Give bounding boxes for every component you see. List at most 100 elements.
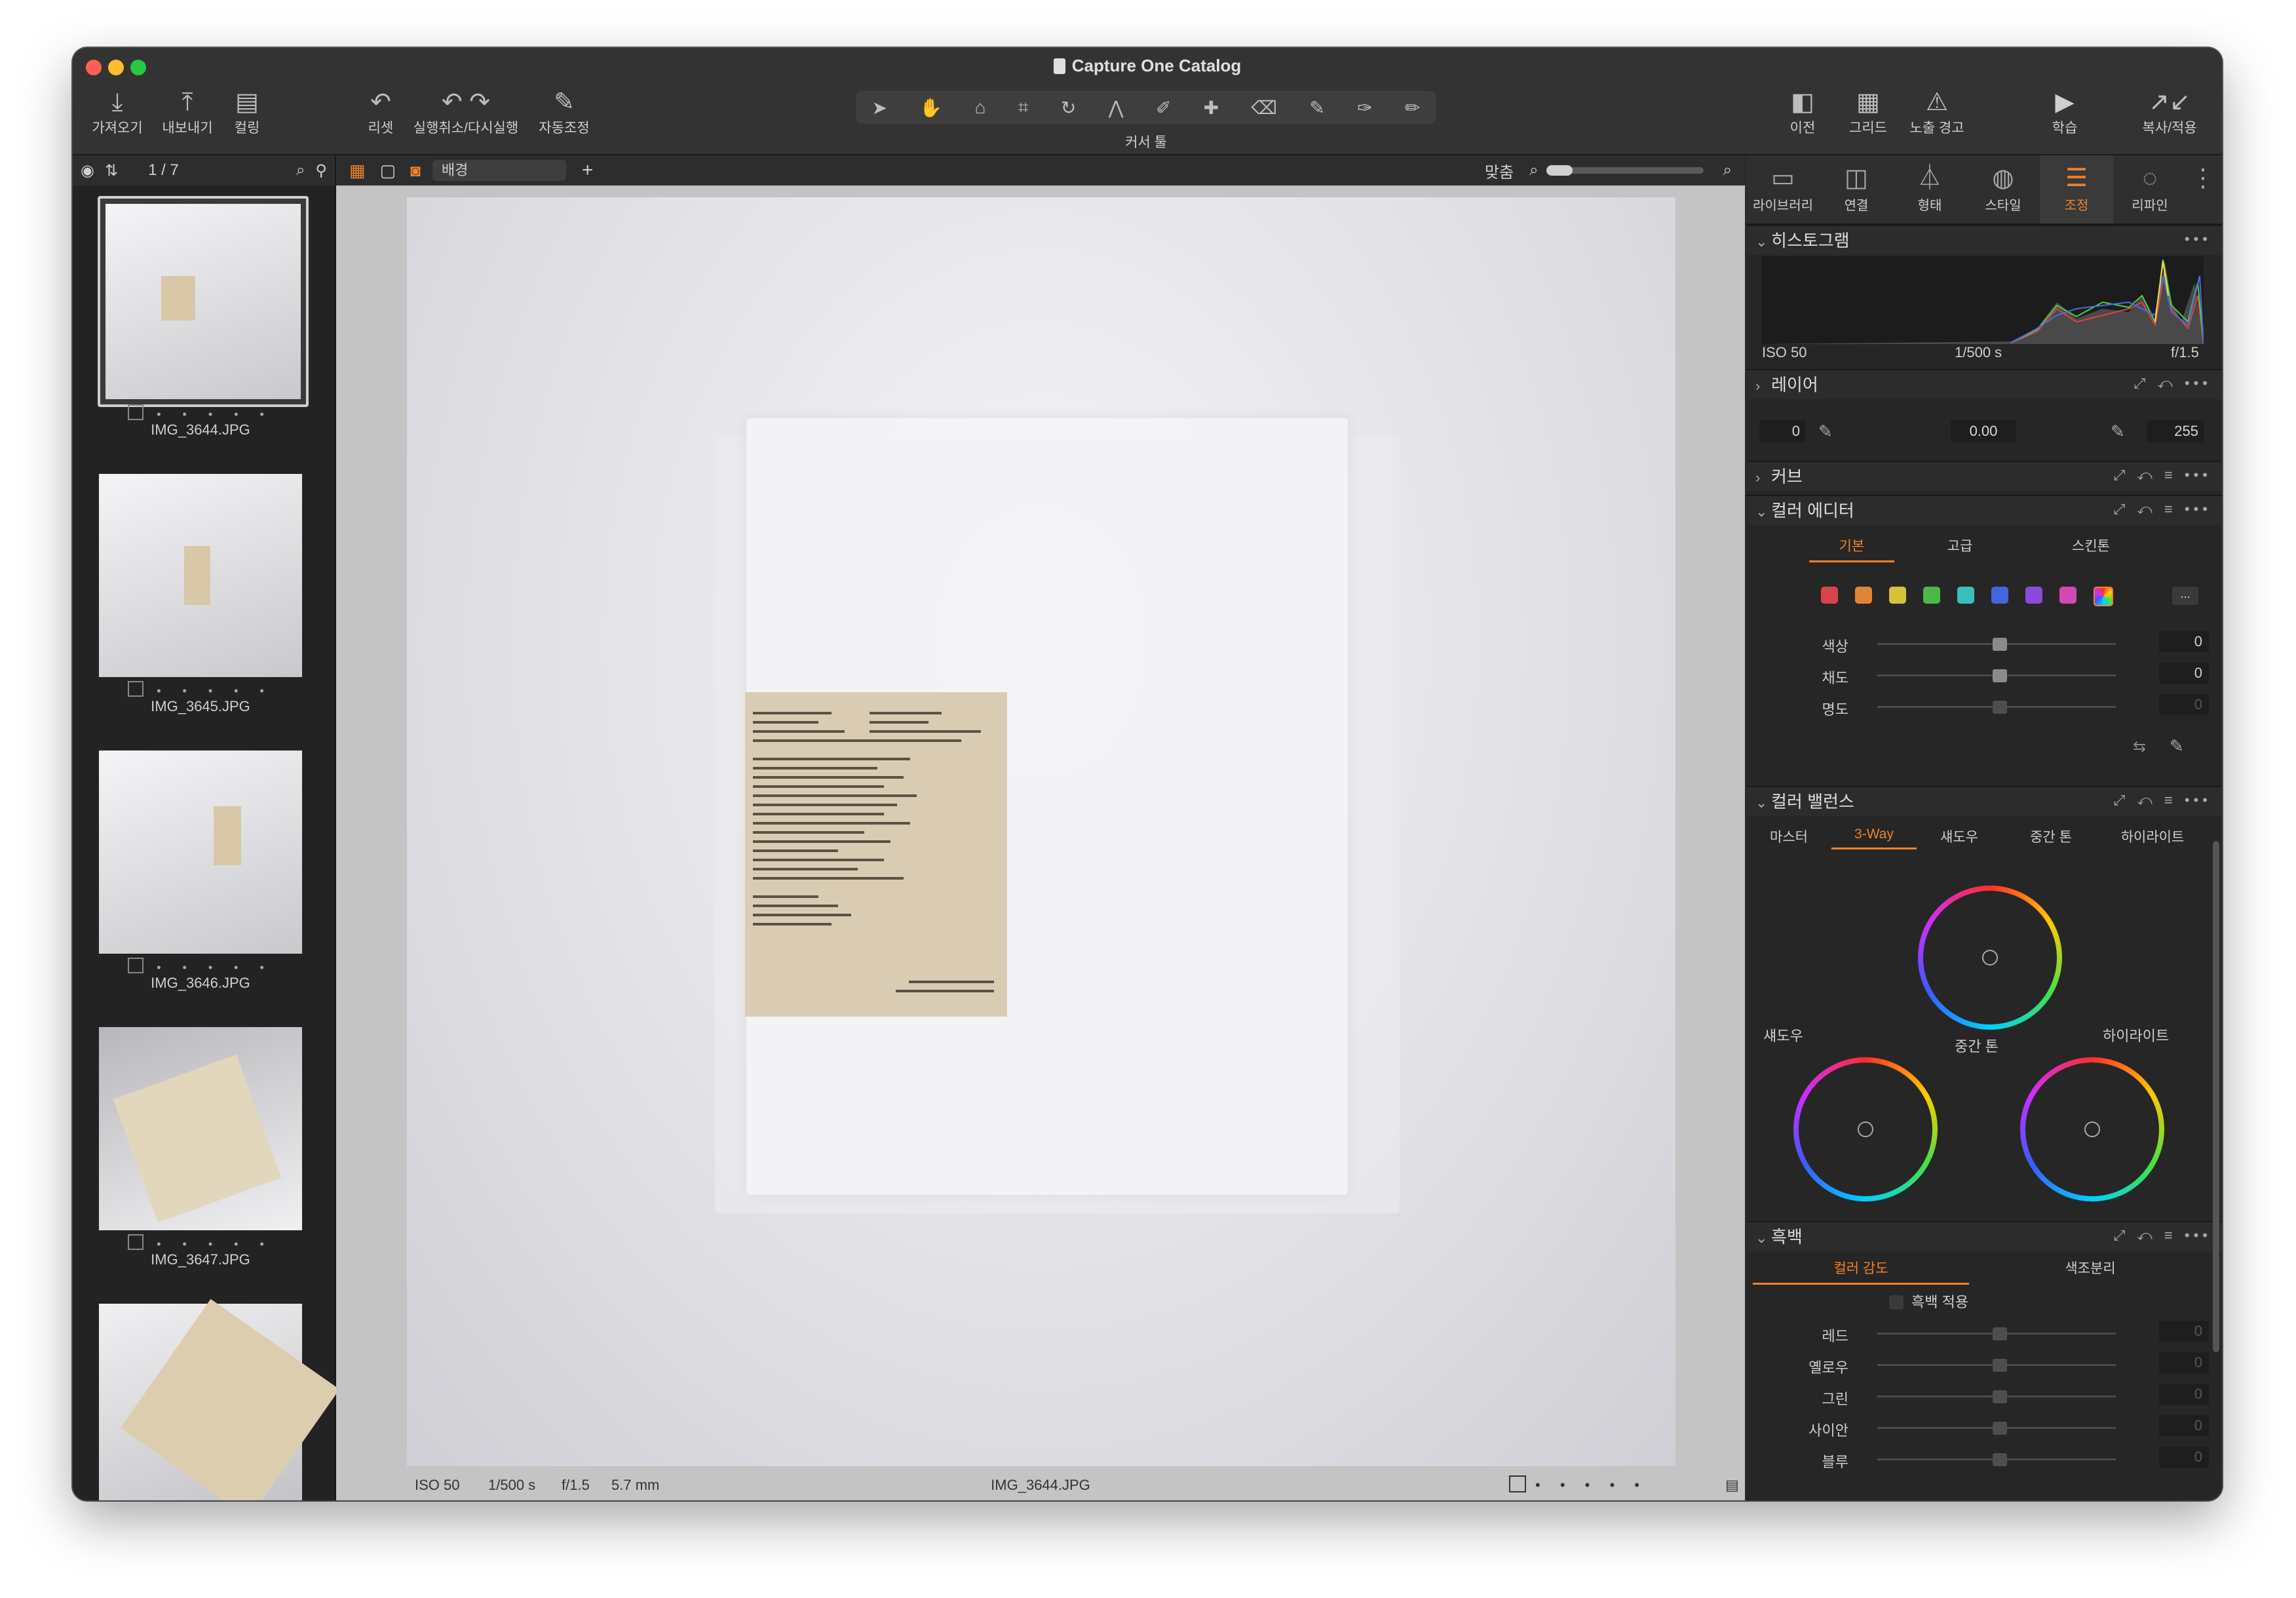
bw-header[interactable]: ⌄ 흑백 ⤢ ↶ ≡ ••• (1746, 1221, 2222, 1251)
select-checkbox[interactable] (128, 1234, 144, 1250)
thumbnail-4[interactable] (99, 1027, 302, 1230)
add-icon[interactable]: + (582, 159, 594, 182)
bw-green-value[interactable]: 0 (2159, 1384, 2209, 1405)
bw-cyan-row[interactable]: 사이안 0 (1746, 1415, 2222, 1441)
bw-yellow-track[interactable] (1877, 1359, 2116, 1372)
zoom-out-icon[interactable]: ⌕ (1529, 161, 1538, 180)
wheel-center-handle[interactable] (1858, 1121, 1873, 1137)
bw-red-value[interactable]: 0 (2159, 1321, 2209, 1342)
rating-dots[interactable]: • • • • • (157, 684, 273, 697)
wheel-center-handle[interactable] (1982, 950, 1998, 965)
more-swatches-button[interactable]: ... (2172, 587, 2198, 605)
more-tabs-icon[interactable]: ⋮ (2187, 155, 2219, 224)
rotate-icon[interactable]: ↻ (1061, 97, 1076, 119)
eyedropper-icon[interactable]: ✎ (2111, 421, 2125, 442)
picker-icon[interactable]: ✑ (1357, 97, 1372, 119)
tab-library[interactable]: ▭ 라이브러리 (1746, 155, 1820, 224)
tab-shadow[interactable]: 섀도우 (1917, 827, 2002, 849)
more-icon[interactable]: ••• (2185, 225, 2211, 254)
swatch-purple[interactable] (2025, 587, 2042, 604)
multi-view-icon[interactable]: ▦ (349, 161, 366, 181)
saturation-track[interactable] (1877, 669, 2116, 682)
footer-select-checkbox[interactable] (1509, 1475, 1526, 1492)
bw-red-row[interactable]: 레드 0 (1746, 1321, 2222, 1347)
rating-dots[interactable]: • • • • • (157, 961, 273, 974)
histogram-header[interactable]: ⌄ 히스토그램 ••• (1746, 225, 2222, 255)
select-checkbox[interactable] (128, 404, 144, 420)
hue-track[interactable] (1877, 638, 2116, 651)
bw-yellow-row[interactable]: 옐로우 0 (1746, 1352, 2222, 1378)
levels-mid-input[interactable]: 0.00 (1951, 420, 2016, 442)
bw-green-track[interactable] (1877, 1390, 2116, 1403)
color-editor-header[interactable]: ⌄ 컬러 에디터 ⤢ ↶ ≡ ••• (1746, 495, 2222, 525)
bw-actions-icon[interactable]: ⤢ ↶ ≡ ••• (2114, 1221, 2211, 1250)
zoom-slider-knob[interactable] (1546, 165, 1573, 176)
wheel-center-handle[interactable] (2084, 1121, 2100, 1137)
fit-label[interactable]: 맞춤 (1485, 159, 1514, 182)
bw-apply-row[interactable]: 흑백 적용 (1889, 1291, 1968, 1312)
swatch-red[interactable] (1821, 587, 1838, 604)
bw-red-track[interactable] (1877, 1327, 2116, 1340)
swap-icon[interactable]: ⇆ (2133, 737, 2146, 756)
swatch-orange[interactable] (1855, 587, 1872, 604)
export-button[interactable]: ⤒ 내보내기 (151, 87, 223, 137)
main-photo[interactable] (407, 197, 1675, 1466)
tab-highlight[interactable]: 하이라이트 (2100, 827, 2205, 849)
zoom-slider[interactable] (1546, 165, 1704, 176)
tab-master[interactable]: 마스터 (1746, 827, 1831, 849)
bw-blue-track[interactable] (1877, 1453, 2116, 1466)
bw-yellow-knob[interactable] (1993, 1359, 2007, 1372)
cull-button[interactable]: ▤ 컬링 (221, 87, 273, 137)
color-balance-header[interactable]: ⌄ 컬러 밸런스 ⤢ ↶ ≡ ••• (1746, 786, 2222, 816)
bw-yellow-value[interactable]: 0 (2159, 1352, 2209, 1373)
lightness-value[interactable]: 0 (2159, 694, 2209, 715)
tab-midtone[interactable]: 중간 톤 (2002, 827, 2100, 849)
tab-adjust[interactable]: ☰ 조정 (2040, 155, 2113, 224)
tab-shape[interactable]: ⏃ 형태 (1893, 155, 1966, 224)
tab-tether[interactable]: ◫ 연결 (1820, 155, 1893, 224)
hue-value[interactable]: 0 (2159, 631, 2209, 652)
crop-icon[interactable]: ⌗ (1018, 97, 1029, 119)
panel-scrollbar[interactable] (2213, 841, 2219, 1352)
proof-view-icon[interactable]: ◙ (410, 161, 421, 181)
midtone-color-wheel[interactable] (1918, 886, 2062, 1030)
swatch-green[interactable] (1923, 587, 1940, 604)
tab-color-sensitivity[interactable]: 컬러 감도 (1753, 1258, 1969, 1285)
before-button[interactable]: ◧ 이전 (1776, 87, 1829, 137)
levels-low-input[interactable]: 0 (1759, 420, 1805, 442)
thumbnail-2[interactable] (99, 474, 302, 677)
hue-knob[interactable] (1993, 638, 2007, 651)
bw-green-knob[interactable] (1993, 1390, 2007, 1403)
sort-icon[interactable]: ⇅ (105, 161, 118, 180)
select-checkbox[interactable] (128, 958, 144, 973)
lightness-slider-row[interactable]: 명도 0 (1746, 694, 2222, 720)
shadow-color-wheel[interactable] (1793, 1057, 1938, 1201)
highlight-color-wheel[interactable] (2020, 1057, 2164, 1201)
learn-button[interactable]: ▶ 학습 (2038, 87, 2091, 137)
grid-button[interactable]: ▦ 그리드 (1842, 87, 1894, 137)
search-icon[interactable]: ⌕ (296, 161, 305, 180)
pan-hand-icon[interactable]: ✋ (919, 97, 942, 119)
swatch-blue[interactable] (1991, 587, 2008, 604)
thumbnail-3[interactable] (99, 750, 302, 954)
tab-3way[interactable]: 3-Way (1831, 827, 1917, 849)
saturation-slider-row[interactable]: 채도 0 (1746, 663, 2222, 689)
lightness-knob[interactable] (1993, 701, 2007, 714)
bw-blue-row[interactable]: 블루 0 (1746, 1447, 2222, 1473)
select-checkbox[interactable] (128, 681, 144, 697)
filter-icon[interactable]: ⚲ (315, 161, 327, 180)
background-select[interactable]: 배경 (432, 160, 566, 181)
bw-cyan-knob[interactable] (1993, 1422, 2007, 1435)
bw-blue-knob[interactable] (1993, 1453, 2007, 1466)
rating-dots[interactable]: • • • • • (157, 1237, 273, 1251)
import-button[interactable]: ⤓ 가져오기 (85, 87, 150, 137)
undo-redo-button[interactable]: ↶ ↷ 실행취소/다시실행 (404, 87, 528, 137)
thumbnail-1[interactable] (98, 196, 309, 407)
bw-red-knob[interactable] (1993, 1327, 2007, 1340)
layers-actions-icon[interactable]: ⤢ ↶ ••• (2134, 369, 2211, 398)
keystone-icon[interactable]: ⋀ (1109, 97, 1124, 119)
heal-icon[interactable]: ✚ (1204, 97, 1219, 119)
tab-split-tone[interactable]: 색조분리 (1969, 1258, 2211, 1285)
rating-dots[interactable]: • • • • • (157, 408, 273, 421)
layers-header[interactable]: › 레이어 ⤢ ↶ ••• (1746, 369, 2222, 399)
